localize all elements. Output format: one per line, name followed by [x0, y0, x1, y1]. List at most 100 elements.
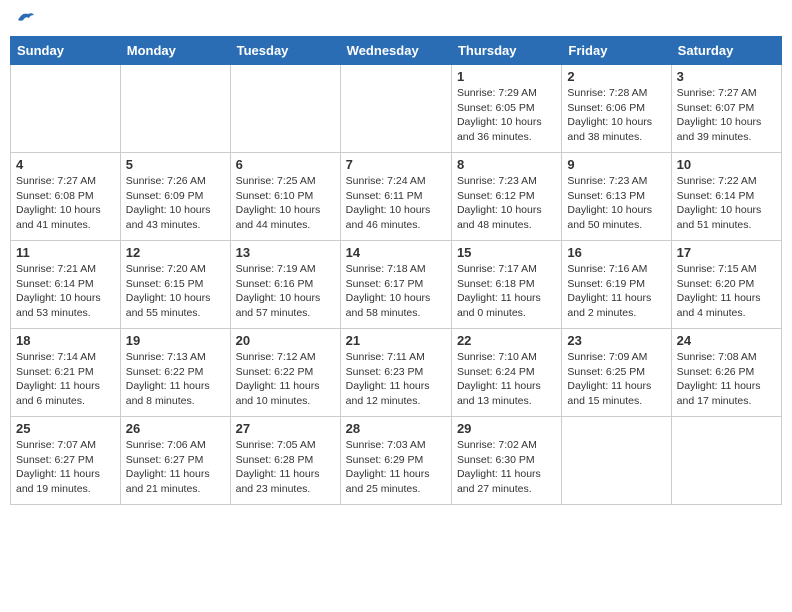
day-number: 29: [457, 421, 556, 436]
day-info: Sunrise: 7:08 AM Sunset: 6:26 PM Dayligh…: [677, 350, 776, 409]
calendar-week-row: 11 Sunrise: 7:21 AM Sunset: 6:14 PM Dayli…: [11, 241, 782, 329]
day-number: 25: [16, 421, 115, 436]
day-info: Sunrise: 7:23 AM Sunset: 6:13 PM Dayligh…: [567, 174, 665, 233]
calendar-cell: [11, 65, 121, 153]
day-number: 12: [126, 245, 225, 260]
calendar-cell: 4 Sunrise: 7:27 AM Sunset: 6:08 PM Daylig…: [11, 153, 121, 241]
calendar-body: 1 Sunrise: 7:29 AM Sunset: 6:05 PM Daylig…: [11, 65, 782, 505]
calendar-cell: 3 Sunrise: 7:27 AM Sunset: 6:07 PM Daylig…: [671, 65, 781, 153]
day-number: 19: [126, 333, 225, 348]
day-info: Sunrise: 7:27 AM Sunset: 6:07 PM Dayligh…: [677, 86, 776, 145]
day-of-week-header: Friday: [562, 37, 671, 65]
day-info: Sunrise: 7:07 AM Sunset: 6:27 PM Dayligh…: [16, 438, 115, 497]
day-of-week-header: Wednesday: [340, 37, 451, 65]
day-number: 24: [677, 333, 776, 348]
day-info: Sunrise: 7:22 AM Sunset: 6:14 PM Dayligh…: [677, 174, 776, 233]
day-info: Sunrise: 7:23 AM Sunset: 6:12 PM Dayligh…: [457, 174, 556, 233]
calendar-week-row: 18 Sunrise: 7:14 AM Sunset: 6:21 PM Dayli…: [11, 329, 782, 417]
day-number: 21: [346, 333, 446, 348]
calendar-cell: 13 Sunrise: 7:19 AM Sunset: 6:16 PM Dayli…: [230, 241, 340, 329]
day-info: Sunrise: 7:20 AM Sunset: 6:15 PM Dayligh…: [126, 262, 225, 321]
day-of-week-header: Sunday: [11, 37, 121, 65]
day-number: 9: [567, 157, 665, 172]
day-number: 8: [457, 157, 556, 172]
calendar-cell: 23 Sunrise: 7:09 AM Sunset: 6:25 PM Dayli…: [562, 329, 671, 417]
calendar-cell: 10Sunrise: 7:22 AM Sunset: 6:14 PM Dayli…: [671, 153, 781, 241]
day-number: 1: [457, 69, 556, 84]
calendar-cell: [120, 65, 230, 153]
calendar-week-row: 25 Sunrise: 7:07 AM Sunset: 6:27 PM Dayli…: [11, 417, 782, 505]
calendar-cell: 5Sunrise: 7:26 AM Sunset: 6:09 PM Daylig…: [120, 153, 230, 241]
day-number: 27: [236, 421, 335, 436]
calendar-cell: 22Sunrise: 7:10 AM Sunset: 6:24 PM Dayli…: [451, 329, 561, 417]
calendar-cell: 29Sunrise: 7:02 AM Sunset: 6:30 PM Dayli…: [451, 417, 561, 505]
calendar-cell: 7 Sunrise: 7:24 AM Sunset: 6:11 PM Daylig…: [340, 153, 451, 241]
calendar-cell: 1 Sunrise: 7:29 AM Sunset: 6:05 PM Daylig…: [451, 65, 561, 153]
day-number: 3: [677, 69, 776, 84]
calendar-cell: 18 Sunrise: 7:14 AM Sunset: 6:21 PM Dayli…: [11, 329, 121, 417]
calendar-cell: [562, 417, 671, 505]
calendar-week-row: 4 Sunrise: 7:27 AM Sunset: 6:08 PM Daylig…: [11, 153, 782, 241]
calendar-cell: [340, 65, 451, 153]
day-number: 6: [236, 157, 335, 172]
day-number: 17: [677, 245, 776, 260]
calendar-table: SundayMondayTuesdayWednesdayThursdayFrid…: [10, 36, 782, 505]
day-number: 11: [16, 245, 115, 260]
calendar-cell: 21 Sunrise: 7:11 AM Sunset: 6:23 PM Dayli…: [340, 329, 451, 417]
calendar-cell: 2 Sunrise: 7:28 AM Sunset: 6:06 PM Daylig…: [562, 65, 671, 153]
day-number: 2: [567, 69, 665, 84]
logo: [14, 10, 36, 28]
calendar-cell: 24 Sunrise: 7:08 AM Sunset: 6:26 PM Dayli…: [671, 329, 781, 417]
calendar-cell: 6 Sunrise: 7:25 AM Sunset: 6:10 PM Daylig…: [230, 153, 340, 241]
day-info: Sunrise: 7:29 AM Sunset: 6:05 PM Dayligh…: [457, 86, 556, 145]
day-info: Sunrise: 7:06 AM Sunset: 6:27 PM Dayligh…: [126, 438, 225, 497]
day-number: 4: [16, 157, 115, 172]
calendar-cell: 14 Sunrise: 7:18 AM Sunset: 6:17 PM Dayli…: [340, 241, 451, 329]
calendar-cell: [230, 65, 340, 153]
day-info: Sunrise: 7:11 AM Sunset: 6:23 PM Dayligh…: [346, 350, 446, 409]
day-number: 16: [567, 245, 665, 260]
day-number: 20: [236, 333, 335, 348]
day-number: 7: [346, 157, 446, 172]
calendar-cell: 16Sunrise: 7:16 AM Sunset: 6:19 PM Dayli…: [562, 241, 671, 329]
day-info: Sunrise: 7:15 AM Sunset: 6:20 PM Dayligh…: [677, 262, 776, 321]
day-info: Sunrise: 7:25 AM Sunset: 6:10 PM Dayligh…: [236, 174, 335, 233]
day-info: Sunrise: 7:28 AM Sunset: 6:06 PM Dayligh…: [567, 86, 665, 145]
page-header: [10, 10, 782, 28]
calendar-cell: 28 Sunrise: 7:03 AM Sunset: 6:29 PM Dayli…: [340, 417, 451, 505]
calendar-cell: 20Sunrise: 7:12 AM Sunset: 6:22 PM Dayli…: [230, 329, 340, 417]
day-info: Sunrise: 7:13 AM Sunset: 6:22 PM Dayligh…: [126, 350, 225, 409]
calendar-cell: [671, 417, 781, 505]
calendar-week-row: 1 Sunrise: 7:29 AM Sunset: 6:05 PM Daylig…: [11, 65, 782, 153]
day-info: Sunrise: 7:05 AM Sunset: 6:28 PM Dayligh…: [236, 438, 335, 497]
day-info: Sunrise: 7:21 AM Sunset: 6:14 PM Dayligh…: [16, 262, 115, 321]
calendar-cell: 19 Sunrise: 7:13 AM Sunset: 6:22 PM Dayli…: [120, 329, 230, 417]
day-info: Sunrise: 7:03 AM Sunset: 6:29 PM Dayligh…: [346, 438, 446, 497]
calendar-cell: 8 Sunrise: 7:23 AM Sunset: 6:12 PM Daylig…: [451, 153, 561, 241]
day-info: Sunrise: 7:27 AM Sunset: 6:08 PM Dayligh…: [16, 174, 115, 233]
day-info: Sunrise: 7:14 AM Sunset: 6:21 PM Dayligh…: [16, 350, 115, 409]
day-info: Sunrise: 7:19 AM Sunset: 6:16 PM Dayligh…: [236, 262, 335, 321]
day-number: 18: [16, 333, 115, 348]
day-number: 22: [457, 333, 556, 348]
day-number: 28: [346, 421, 446, 436]
calendar-cell: 27 Sunrise: 7:05 AM Sunset: 6:28 PM Dayli…: [230, 417, 340, 505]
day-number: 15: [457, 245, 556, 260]
calendar-cell: 26 Sunrise: 7:06 AM Sunset: 6:27 PM Dayli…: [120, 417, 230, 505]
day-number: 14: [346, 245, 446, 260]
day-number: 13: [236, 245, 335, 260]
day-info: Sunrise: 7:18 AM Sunset: 6:17 PM Dayligh…: [346, 262, 446, 321]
logo-bird-icon: [16, 10, 36, 28]
calendar-cell: 15 Sunrise: 7:17 AM Sunset: 6:18 PM Dayli…: [451, 241, 561, 329]
calendar-header-row: SundayMondayTuesdayWednesdayThursdayFrid…: [11, 37, 782, 65]
day-info: Sunrise: 7:09 AM Sunset: 6:25 PM Dayligh…: [567, 350, 665, 409]
calendar-cell: 25 Sunrise: 7:07 AM Sunset: 6:27 PM Dayli…: [11, 417, 121, 505]
day-number: 26: [126, 421, 225, 436]
day-number: 23: [567, 333, 665, 348]
day-of-week-header: Monday: [120, 37, 230, 65]
day-of-week-header: Tuesday: [230, 37, 340, 65]
day-info: Sunrise: 7:24 AM Sunset: 6:11 PM Dayligh…: [346, 174, 446, 233]
day-info: Sunrise: 7:17 AM Sunset: 6:18 PM Dayligh…: [457, 262, 556, 321]
day-of-week-header: Saturday: [671, 37, 781, 65]
calendar-cell: 12 Sunrise: 7:20 AM Sunset: 6:15 PM Dayli…: [120, 241, 230, 329]
